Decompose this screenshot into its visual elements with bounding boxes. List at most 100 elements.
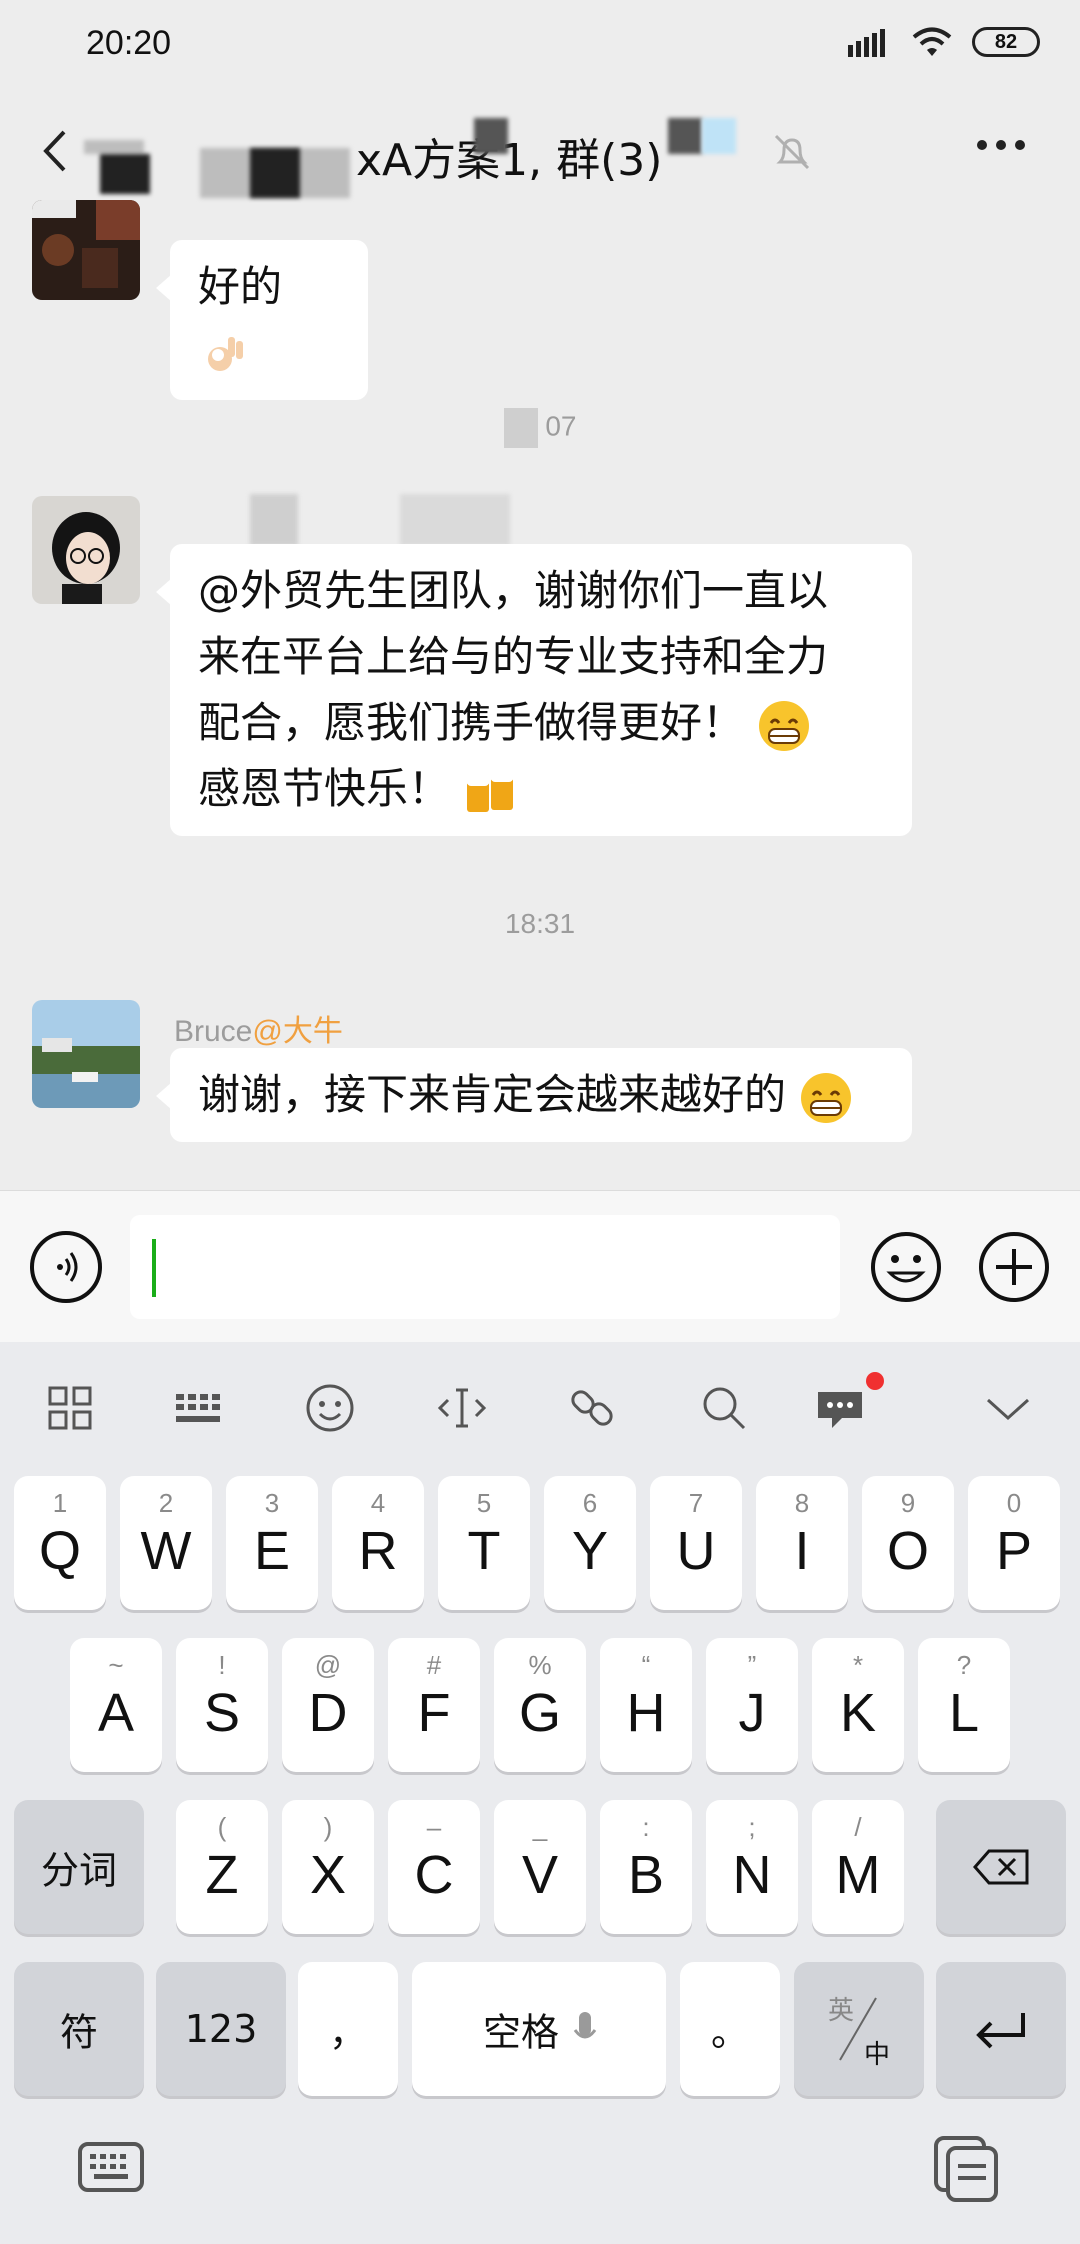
key-secondary-label: 0: [1006, 1488, 1022, 1518]
comma-key[interactable]: ，: [298, 1962, 398, 2096]
key-primary-label: N: [732, 1845, 772, 1905]
key-secondary-label: 3: [264, 1488, 280, 1518]
divider-slash: [839, 1997, 877, 2061]
avatar[interactable]: [32, 200, 140, 300]
back-arrow-icon[interactable]: [36, 126, 76, 176]
key-r[interactable]: 4R: [332, 1476, 424, 1610]
beer-cheers-emoji-icon: [467, 771, 514, 812]
key-d[interactable]: @ D: [282, 1638, 374, 1772]
key-p[interactable]: 0P: [968, 1476, 1060, 1610]
title-redaction: [100, 154, 150, 194]
apps-grid-icon[interactable]: [42, 1380, 98, 1436]
avatar[interactable]: [32, 496, 140, 604]
key-l[interactable]: ? L: [918, 1638, 1010, 1772]
key-primary-label: O: [886, 1521, 929, 1581]
battery-indicator: 82: [972, 27, 1040, 57]
segment-key[interactable]: 分词: [14, 1800, 144, 1934]
avatar[interactable]: [32, 1000, 140, 1108]
more-functions-button[interactable]: [978, 1231, 1050, 1303]
backspace-icon: [973, 1849, 1029, 1885]
key-primary-label: E: [253, 1521, 291, 1581]
key-o[interactable]: 9O: [862, 1476, 954, 1610]
title-redaction: [250, 148, 300, 198]
message-bubble[interactable]: 好的: [156, 240, 368, 400]
chat-title: xA方案1, 群(3): [356, 135, 663, 186]
key-g[interactable]: % G: [494, 1638, 586, 1772]
microphone-icon: [573, 2012, 597, 2039]
key-primary-label: D: [308, 1683, 348, 1743]
numbers-key[interactable]: 123: [156, 1962, 286, 2096]
language-switch-key[interactable]: 英 中: [794, 1962, 924, 2096]
voice-icon: [57, 1252, 78, 1282]
key-primary-label: X: [309, 1845, 347, 1905]
key-f[interactable]: # F: [388, 1638, 480, 1772]
voice-input-button[interactable]: [30, 1231, 102, 1303]
key-s[interactable]: ! S: [176, 1638, 268, 1772]
key-u[interactable]: 7U: [650, 1476, 742, 1610]
key-primary-label: T: [467, 1521, 501, 1581]
key-w[interactable]: 2W: [120, 1476, 212, 1610]
key-b[interactable]: :B: [600, 1800, 692, 1934]
emoji-keyboard-icon[interactable]: [302, 1380, 358, 1436]
cursor-move-icon[interactable]: [434, 1380, 490, 1436]
key-primary-label: W: [140, 1521, 192, 1581]
key-q[interactable]: 1Q: [14, 1476, 106, 1610]
key-secondary-label: *: [852, 1650, 864, 1680]
message-bubble[interactable]: 谢谢，接下来肯定会越来越好的: [156, 1048, 912, 1142]
key-secondary-label: %: [528, 1650, 552, 1680]
title-redaction: [668, 118, 702, 154]
chat-message-icon[interactable]: [812, 1380, 868, 1436]
period-key[interactable]: 。: [680, 1962, 780, 2096]
key-secondary-label: –: [426, 1812, 442, 1842]
key-primary-label: J: [738, 1683, 766, 1743]
message-input[interactable]: [130, 1215, 840, 1319]
key-primary-label: S: [203, 1683, 241, 1743]
clipboard-link-icon[interactable]: [564, 1380, 620, 1436]
backspace-key[interactable]: [936, 1800, 1066, 1934]
more-options-icon[interactable]: [976, 138, 1026, 152]
grin-emoji-icon: [801, 1072, 852, 1123]
key-t[interactable]: 5T: [438, 1476, 530, 1610]
key-secondary-label: @: [314, 1650, 342, 1680]
key-y[interactable]: 6Y: [544, 1476, 636, 1610]
key-primary-label: G: [518, 1683, 561, 1743]
key-a[interactable]: ~ A: [70, 1638, 162, 1772]
key-secondary-label: 6: [582, 1488, 598, 1518]
key-secondary-label: 7: [688, 1488, 704, 1518]
key-secondary-label: ~: [108, 1650, 124, 1680]
space-key[interactable]: 空格: [412, 1962, 666, 2096]
key-primary-label: Y: [571, 1521, 609, 1581]
key-z[interactable]: (Z: [176, 1800, 268, 1934]
key-i[interactable]: 8I: [756, 1476, 848, 1610]
collapse-keyboard-icon[interactable]: [980, 1380, 1036, 1436]
keyboard-switch-icon[interactable]: [76, 2138, 146, 2198]
status-bar: 20:20 82: [0, 0, 1080, 90]
key-x[interactable]: ) X: [282, 1800, 374, 1934]
key-k[interactable]: * K: [812, 1638, 904, 1772]
sender-redaction: [400, 494, 510, 546]
key-primary-label: Q: [38, 1521, 81, 1581]
message-list[interactable]: 好的 07 @外贸先生团队，谢谢你们一直以 来在平台上给与的专业支持和全力 配合…: [0, 200, 1080, 1190]
key-primary-label: U: [676, 1521, 716, 1581]
key-primary-label: C: [414, 1845, 454, 1905]
message-bubble[interactable]: @外贸先生团队，谢谢你们一直以 来在平台上给与的专业支持和全力 配合，愿我们携手…: [156, 544, 912, 836]
title-redaction: [702, 118, 736, 154]
key-j[interactable]: ” J: [706, 1638, 798, 1772]
clipboard-icon[interactable]: [932, 2134, 1002, 2204]
key-secondary-label: 8: [794, 1488, 810, 1518]
key-primary-label: L: [948, 1683, 980, 1743]
key-v[interactable]: _ V: [494, 1800, 586, 1934]
key-c[interactable]: – C: [388, 1800, 480, 1934]
key-e[interactable]: 3E: [226, 1476, 318, 1610]
key-n[interactable]: ; N: [706, 1800, 798, 1934]
enter-key[interactable]: [936, 1962, 1066, 2096]
search-icon[interactable]: [696, 1380, 752, 1436]
emoji-button[interactable]: [870, 1231, 942, 1303]
symbols-key[interactable]: 符: [14, 1962, 144, 2096]
key-h[interactable]: “H: [600, 1638, 692, 1772]
key-primary-label: V: [521, 1845, 559, 1905]
keyboard-layout-icon[interactable]: [172, 1380, 228, 1436]
key-m[interactable]: / M: [812, 1800, 904, 1934]
key-primary-label: R: [358, 1521, 398, 1581]
keyboard-toolbar: [0, 1342, 1080, 1470]
